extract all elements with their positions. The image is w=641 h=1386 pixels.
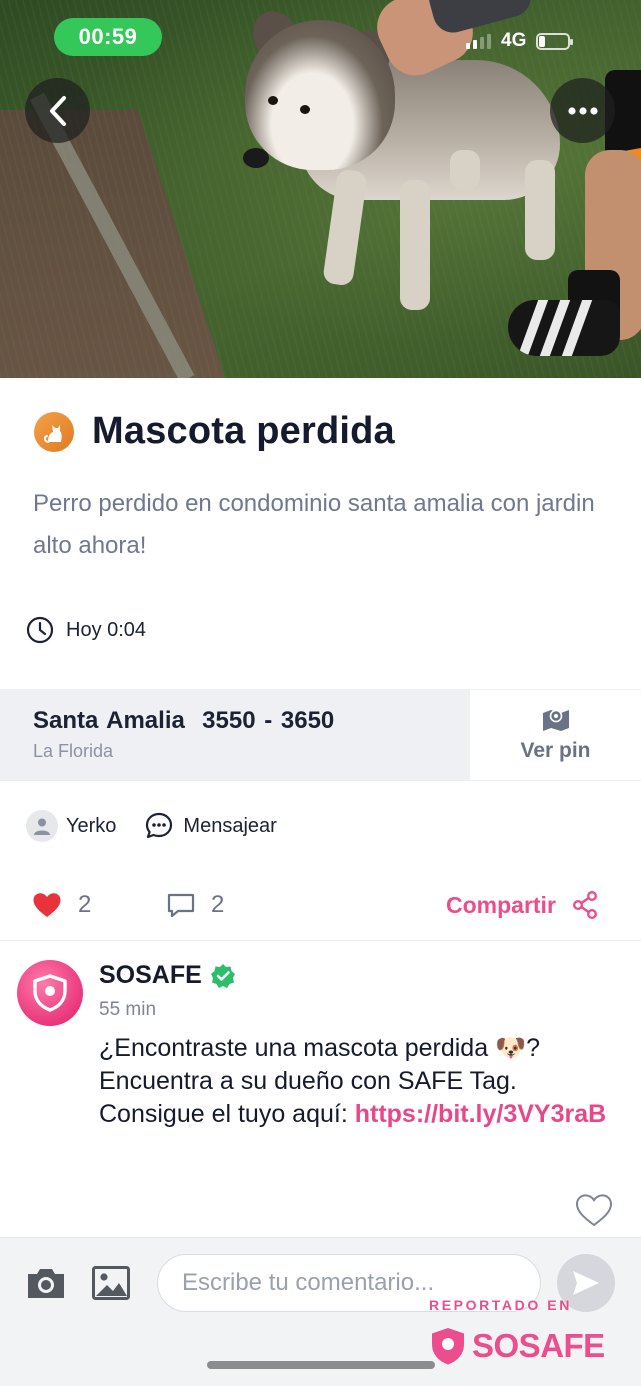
post-time: Hoy 0:04: [66, 618, 147, 641]
location-box[interactable]: Santa Amalia 3550 - 3650 La Florida: [0, 689, 470, 781]
more-dots-icon: [567, 106, 598, 115]
like-count: 2: [78, 891, 92, 918]
post-photo[interactable]: [0, 0, 641, 378]
photo-dog-eye: [268, 96, 278, 105]
map-icon: [542, 709, 569, 731]
comment-author-row: SOSAFE: [99, 961, 236, 990]
heart-outline-icon: [575, 1194, 613, 1227]
user-icon: [34, 818, 50, 835]
image-icon: [92, 1266, 130, 1300]
chat-bubble-icon: [146, 812, 173, 839]
send-icon: [573, 1271, 599, 1295]
signal-icon: [466, 33, 491, 49]
comment-count: 2: [211, 891, 225, 918]
battery-icon: [536, 32, 574, 50]
home-indicator[interactable]: [207, 1361, 435, 1369]
back-button[interactable]: [25, 78, 90, 143]
photo-dog-leg: [525, 160, 555, 260]
author-row: Yerko Mensajear: [26, 810, 277, 842]
photo-dog-nose: [243, 148, 269, 168]
location-street: Santa Amalia 3550 - 3650: [33, 707, 335, 734]
photo-dog-leg: [450, 150, 480, 190]
verified-badge-icon: [210, 963, 235, 988]
camera-icon: [28, 1269, 64, 1298]
sosafe-brand-name: SOSAFE: [472, 1327, 605, 1364]
share-icon: [572, 891, 597, 919]
author-name[interactable]: Yerko: [66, 815, 116, 838]
share-button[interactable]: Compartir: [446, 891, 598, 919]
post-title: Mascota perdida: [92, 410, 395, 452]
status-indicators: 4G: [466, 30, 574, 52]
comment-link[interactable]: https://bit.ly/3VY3raB: [355, 1100, 606, 1128]
sosafe-shield-icon: [432, 1328, 464, 1365]
more-options-button[interactable]: [550, 78, 615, 143]
clock-icon: [26, 616, 54, 644]
post-description: Perro perdido en condominio santa amalia…: [33, 490, 595, 559]
chevron-left-icon: [49, 95, 66, 126]
location-city: La Florida: [33, 741, 114, 761]
sosafe-logo-icon: [33, 974, 67, 1012]
comment-like-button[interactable]: [575, 1193, 613, 1232]
post-time-row: Hoy 0:04: [26, 616, 146, 644]
photo-dog-leg: [400, 180, 430, 310]
status-time: 00:59: [54, 18, 162, 56]
photo-dog-eye: [300, 105, 310, 114]
post-header: Mascota perdida: [34, 410, 395, 453]
message-button[interactable]: Mensajear: [144, 811, 277, 841]
sosafe-watermark: SOSAFE: [429, 1326, 605, 1366]
like-button[interactable]: 2: [32, 891, 91, 919]
heart-filled-icon: [33, 893, 61, 917]
message-label: Mensajear: [183, 814, 277, 837]
comment-icon: [167, 893, 195, 917]
photo-dog-head: [245, 20, 395, 170]
view-pin-button[interactable]: Ver pin: [470, 689, 641, 781]
photo-slide-sandal: [508, 300, 620, 356]
comment-author[interactable]: SOSAFE: [99, 961, 202, 990]
comment-avatar[interactable]: [17, 960, 83, 1026]
comment-text: ¿Encontraste una mascota perdida 🐶? Encu…: [99, 1032, 609, 1131]
camera-button[interactable]: [25, 1265, 67, 1306]
network-type: 4G: [501, 30, 527, 51]
comments-button[interactable]: 2: [167, 891, 224, 919]
view-pin-label: Ver pin: [520, 739, 591, 762]
user-avatar[interactable]: [26, 810, 58, 842]
section-divider: [0, 940, 641, 941]
pet-category-icon: [34, 411, 74, 452]
share-label: Compartir: [446, 891, 556, 918]
comment-time: 55 min: [99, 999, 157, 1020]
post-actions: 2 2 Compartir: [0, 888, 641, 928]
reported-in-label: REPORTADO EN: [429, 1297, 572, 1313]
gallery-button[interactable]: [92, 1266, 130, 1305]
